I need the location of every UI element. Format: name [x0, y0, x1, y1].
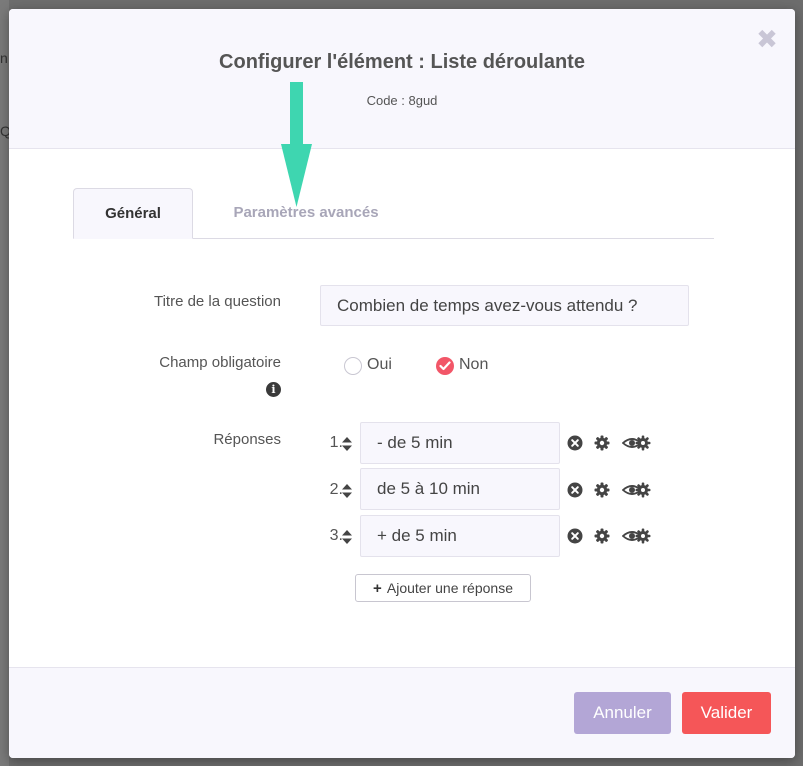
question-title-label: Titre de la question: [153, 293, 281, 310]
confirm-button[interactable]: Valider: [682, 692, 771, 734]
answer-input[interactable]: + de 5 min: [360, 515, 560, 557]
element-code: Code : 8gud: [366, 93, 438, 108]
check-icon: [439, 361, 451, 371]
plus-icon: +: [373, 580, 382, 597]
modal-header: Configurer l'élément : Liste déroulante …: [9, 9, 795, 149]
answer-number: 2.: [329, 481, 343, 498]
gear-icon[interactable]: [594, 435, 610, 451]
cancel-button[interactable]: Annuler: [574, 692, 671, 734]
answer-input[interactable]: - de 5 min: [360, 422, 560, 464]
sort-icon[interactable]: [342, 484, 352, 498]
required-yes-label[interactable]: Oui: [367, 356, 392, 374]
question-title-input[interactable]: Combien de temps avez-vous attendu ?: [320, 285, 689, 326]
visibility-settings-icon[interactable]: [622, 434, 652, 452]
required-field-label: Champ obligatoire: [159, 354, 281, 371]
required-no-label[interactable]: Non: [459, 356, 488, 374]
answer-number: 1.: [329, 434, 343, 451]
add-answer-button[interactable]: + Ajouter une réponse: [355, 574, 531, 602]
configure-element-modal: Configurer l'élément : Liste déroulante …: [9, 9, 795, 758]
info-icon[interactable]: i: [266, 382, 281, 397]
sort-icon[interactable]: [342, 437, 352, 451]
delete-icon[interactable]: [567, 528, 583, 544]
visibility-settings-icon[interactable]: [622, 481, 652, 499]
tab-general[interactable]: Général: [73, 188, 193, 239]
tab-bar: Général Paramètres avancés: [73, 188, 714, 239]
delete-icon[interactable]: [567, 482, 583, 498]
tab-advanced-settings[interactable]: Paramètres avancés: [211, 188, 401, 239]
background-page-text: n: [0, 50, 8, 66]
gear-icon[interactable]: [594, 528, 610, 544]
modal-title: Configurer l'élément : Liste déroulante: [219, 51, 585, 73]
add-answer-label: Ajouter une réponse: [386, 580, 513, 596]
answer-input[interactable]: de 5 à 10 min: [360, 468, 560, 510]
modal-footer: Annuler Valider: [9, 667, 795, 758]
visibility-settings-icon[interactable]: [622, 527, 652, 545]
background-page: [0, 0, 9, 766]
answers-label: Réponses: [213, 431, 281, 448]
close-icon[interactable]: ✖: [755, 26, 779, 52]
gear-icon[interactable]: [594, 482, 610, 498]
required-yes-radio[interactable]: [344, 357, 362, 375]
delete-icon[interactable]: [567, 435, 583, 451]
required-no-radio[interactable]: [436, 357, 454, 375]
sort-icon[interactable]: [342, 530, 352, 544]
answer-number: 3.: [329, 527, 343, 544]
